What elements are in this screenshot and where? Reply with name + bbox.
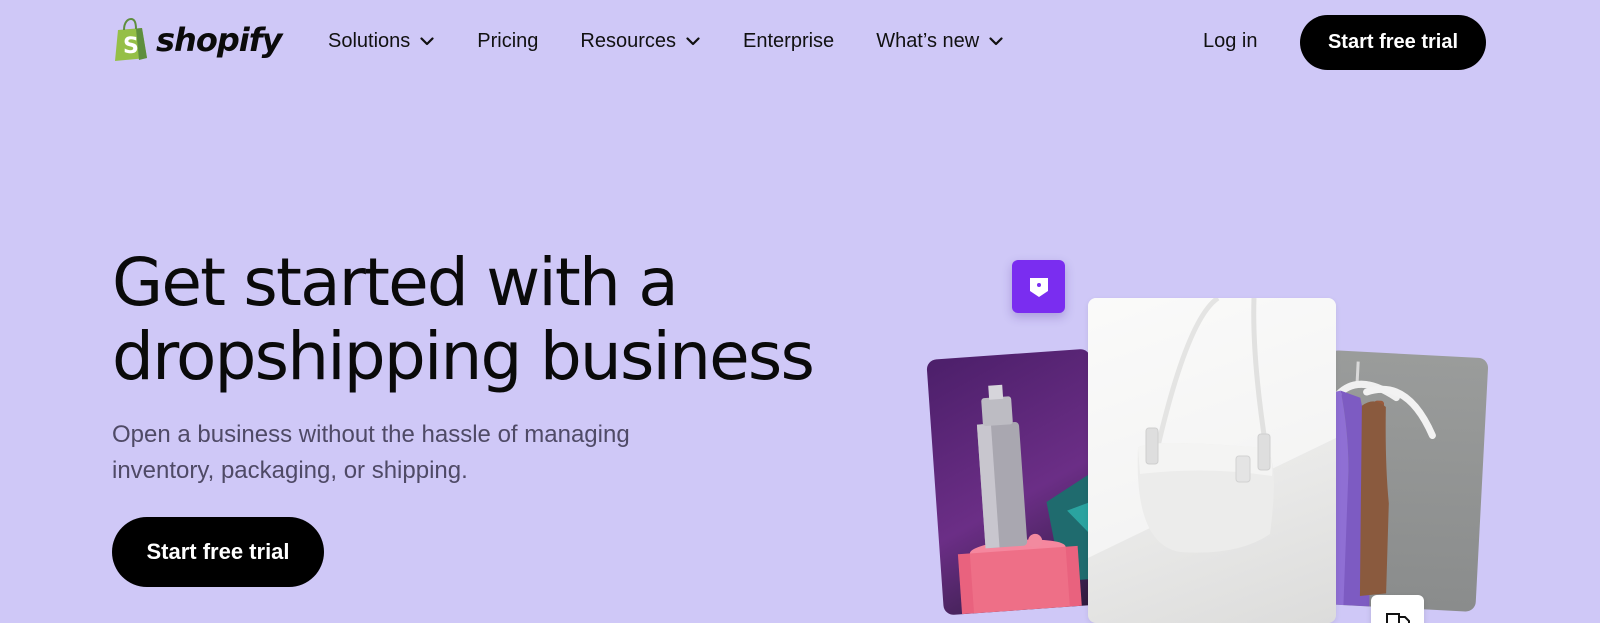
nav-resources-label: Resources (580, 30, 677, 52)
tank-tops-illustration (1315, 361, 1436, 607)
hero-title: Get started with a dropshipping business (112, 246, 892, 394)
hero-subtitle-line-1: Open a business without the hassle of ma… (112, 421, 630, 448)
hero-title-line-1: Get started with a (112, 244, 679, 321)
truck-badge (1371, 595, 1424, 623)
product-image-tank-tops-on-hangers (1315, 349, 1489, 613)
product-image-skincare-bottle (926, 348, 1108, 616)
main-nav: Solutions Pricing Resources Enterprise W… (328, 30, 1003, 53)
nav-whats-new[interactable]: What’s new (876, 30, 1003, 53)
hero-title-line-2: dropshipping business (112, 318, 815, 395)
chevron-down-icon (686, 37, 700, 46)
svg-text:S: S (123, 34, 139, 59)
nav-solutions-label: Solutions (328, 30, 411, 52)
shopify-logo[interactable]: S shopify (112, 18, 282, 62)
nav-enterprise[interactable]: Enterprise (743, 30, 834, 53)
nav-whats-new-label: What’s new (876, 30, 980, 52)
shopping-bag-logo-icon: S (115, 18, 147, 61)
hero-subtitle-line-2: inventory, packaging, or shipping. (112, 457, 468, 484)
skincare-bottle-illustration (957, 384, 1106, 615)
white-handbag-illustration (1088, 298, 1336, 558)
hero-subtitle: Open a business without the hassle of ma… (112, 417, 712, 489)
nav-enterprise-label: Enterprise (743, 30, 835, 52)
product-image-white-handbag (1088, 298, 1336, 623)
nav-resources[interactable]: Resources (580, 30, 700, 53)
hero-start-trial-button[interactable]: Start free trial (112, 517, 324, 587)
tag-badge (1012, 260, 1065, 313)
header-start-trial-button[interactable]: Start free trial (1300, 15, 1486, 70)
nav-solutions[interactable]: Solutions (328, 30, 434, 53)
chevron-down-icon (989, 37, 1003, 46)
truck-icon (1385, 613, 1410, 623)
logo-wordmark: shopify (156, 21, 282, 59)
nav-pricing-label: Pricing (477, 30, 539, 52)
tag-icon (1029, 277, 1048, 297)
chevron-down-icon (420, 37, 434, 46)
nav-pricing[interactable]: Pricing (477, 30, 538, 53)
login-link[interactable]: Log in (1203, 30, 1258, 53)
